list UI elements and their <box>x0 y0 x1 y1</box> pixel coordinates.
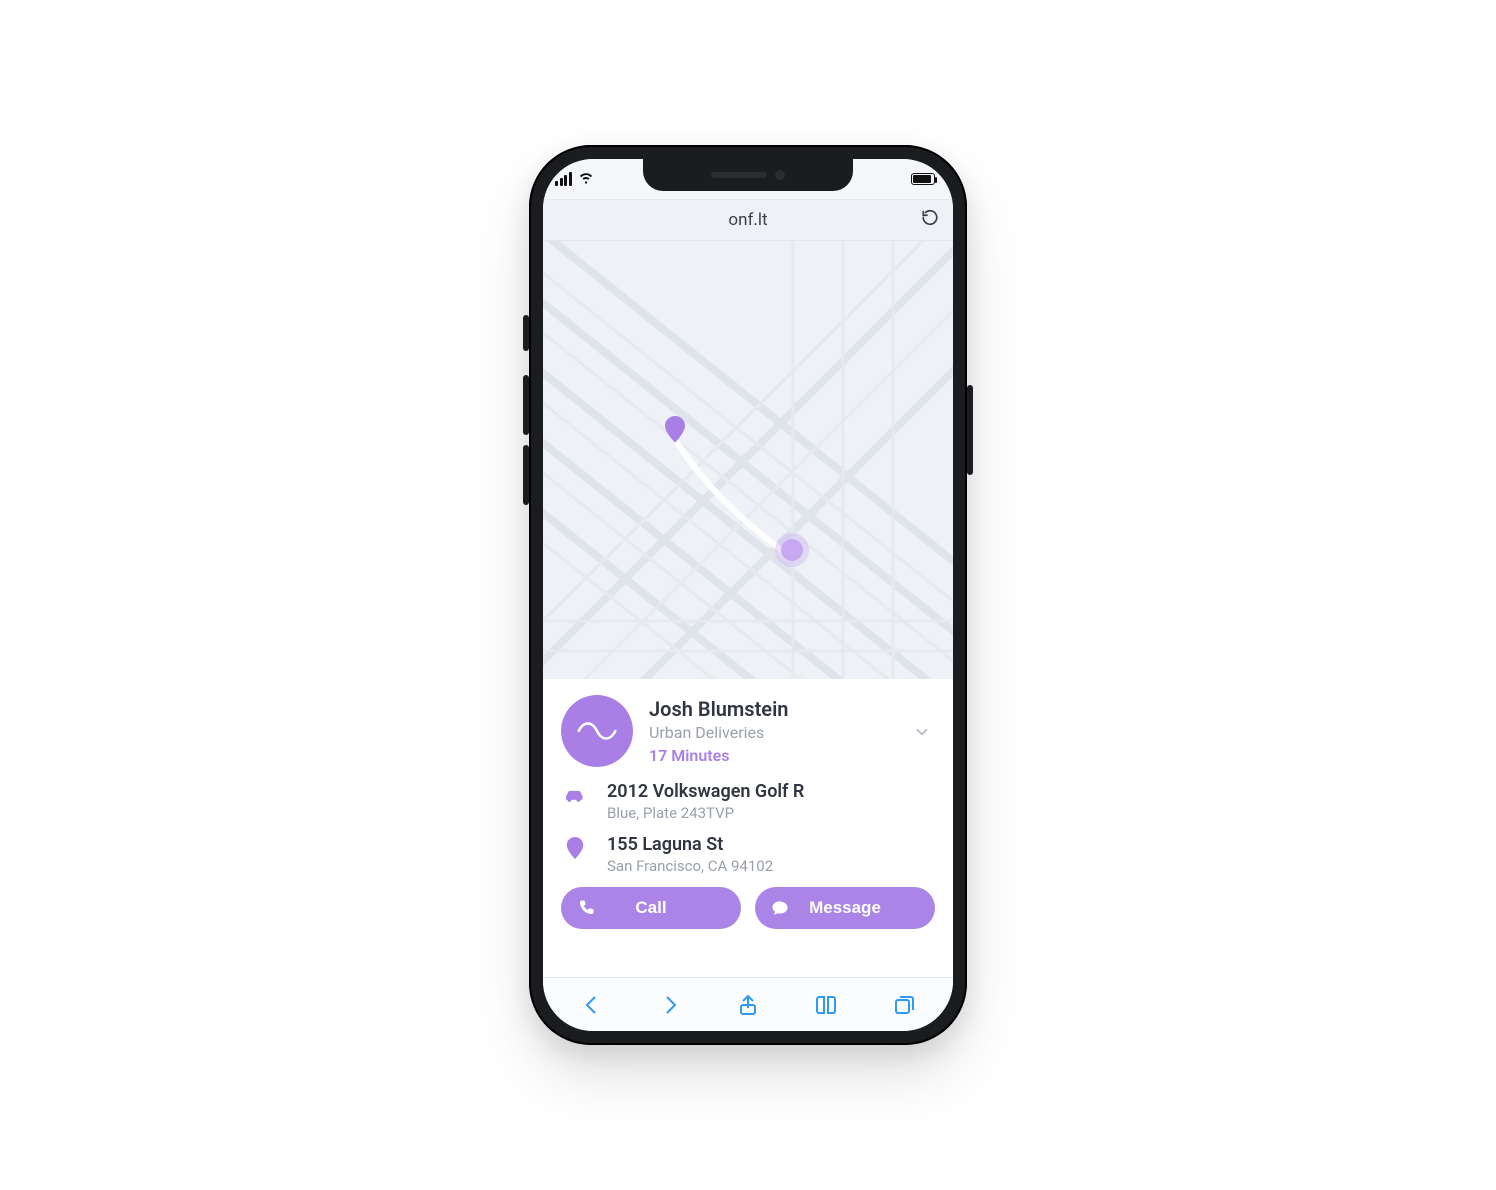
phone-frame: onf.lt <box>529 145 967 1045</box>
tabs-icon[interactable] <box>892 993 916 1017</box>
message-icon <box>771 899 789 917</box>
driver-eta: 17 Minutes <box>649 746 935 765</box>
reload-icon[interactable] <box>921 209 939 232</box>
message-button[interactable]: Message <box>755 887 935 929</box>
destination-title: 155 Laguna St <box>607 834 773 855</box>
message-button-label: Message <box>809 898 881 918</box>
vehicle-title: 2012 Volkswagen Golf R <box>607 781 804 802</box>
map-pin-icon <box>665 416 685 444</box>
battery-icon <box>911 173 935 185</box>
chevron-down-icon[interactable] <box>913 723 931 745</box>
phone-notch <box>643 159 853 191</box>
browser-url: onf.lt <box>728 210 767 230</box>
driver-company: Urban Deliveries <box>649 723 935 742</box>
browser-toolbar <box>543 977 953 1031</box>
phone-screen: onf.lt <box>543 159 953 1031</box>
driver-avatar <box>561 695 633 767</box>
map-roads <box>543 241 953 679</box>
phone-icon <box>577 899 595 917</box>
phone-side-button <box>523 375 529 435</box>
vehicle-row: 2012 Volkswagen Golf R Blue, Plate 243TV… <box>561 781 935 822</box>
driver-name: Josh Blumstein <box>649 697 935 721</box>
browser-address-bar[interactable]: onf.lt <box>543 199 953 241</box>
phone-side-button <box>523 445 529 505</box>
destination-row: 155 Laguna St San Francisco, CA 94102 <box>561 834 935 875</box>
forward-icon[interactable] <box>658 993 682 1017</box>
phone-side-button <box>523 315 529 351</box>
vehicle-detail: Blue, Plate 243TVP <box>607 804 804 822</box>
pin-icon <box>561 834 589 859</box>
wifi-icon <box>578 169 594 189</box>
call-button[interactable]: Call <box>561 887 741 929</box>
map-position-dot <box>781 539 803 561</box>
back-icon[interactable] <box>580 993 604 1017</box>
map-area[interactable] <box>543 241 953 679</box>
driver-row[interactable]: Josh Blumstein Urban Deliveries 17 Minut… <box>561 695 935 767</box>
call-button-label: Call <box>635 898 666 918</box>
phone-side-button <box>967 385 973 475</box>
car-icon <box>561 781 589 806</box>
share-icon[interactable] <box>736 993 760 1017</box>
delivery-card: Josh Blumstein Urban Deliveries 17 Minut… <box>543 679 953 941</box>
bookmarks-icon[interactable] <box>814 993 838 1017</box>
destination-detail: San Francisco, CA 94102 <box>607 857 773 875</box>
signal-icon <box>555 172 572 186</box>
